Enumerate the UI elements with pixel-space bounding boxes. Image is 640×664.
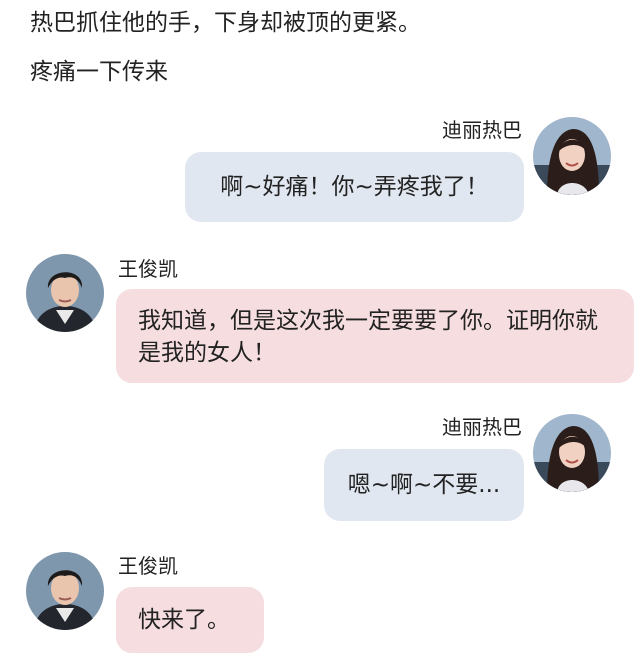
chat-story-page: 热巴抓住他的手，下身却被顶的更紧。 疼痛一下传来 迪丽热巴 啊~好痛！你~弄疼我… [0,0,640,664]
message-text: 啊~好痛！你~弄疼我了！ [220,174,489,200]
message-text: 快来了。 [138,607,230,633]
narration-line-1: 热巴抓住他的手，下身却被顶的更紧。 [30,10,421,36]
female-avatar[interactable] [533,414,611,492]
message-bubble: 嗯~啊~不要... [324,449,524,521]
narration-line-2: 疼痛一下传来 [30,59,168,85]
sender-name: 迪丽热巴 [442,415,522,439]
sender-name: 王俊凯 [118,257,178,281]
message-text: 嗯~啊~不要... [347,472,501,498]
message-bubble: 啊~好痛！你~弄疼我了！ [185,152,524,222]
message-bubble: 快来了。 [116,587,264,653]
message-bubble: 我知道，但是这次我一定要要了你。证明你就是我的女人！ [116,289,634,383]
message-text: 我知道，但是这次我一定要要了你。证明你就是我的女人！ [138,308,598,366]
male-avatar[interactable] [26,552,104,630]
female-avatar[interactable] [533,117,611,195]
sender-name: 迪丽热巴 [442,118,522,142]
male-avatar[interactable] [26,254,104,332]
sender-name: 王俊凯 [118,554,178,578]
